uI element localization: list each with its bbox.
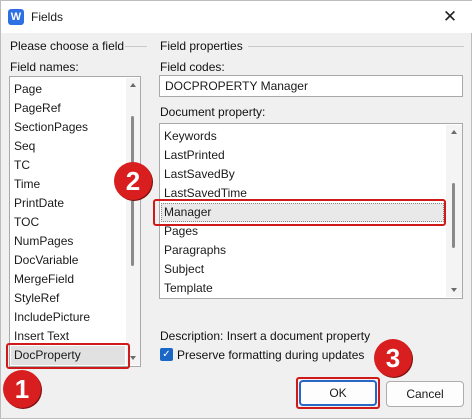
- list-item[interactable]: MergeField: [14, 270, 74, 289]
- description-text: Description: Insert a document property: [160, 329, 371, 343]
- annotation-highlight-ok: [296, 377, 380, 409]
- field-names-label: Field names:: [10, 60, 79, 74]
- list-item[interactable]: Seq: [14, 137, 35, 156]
- scroll-down-arrow-icon[interactable]: [130, 356, 136, 360]
- document-property-label: Document property:: [160, 105, 266, 119]
- list-item[interactable]: SectionPages: [14, 118, 88, 137]
- list-item[interactable]: Keywords: [164, 127, 217, 146]
- list-item[interactable]: IncludePicture: [14, 308, 90, 327]
- scroll-up-arrow-icon[interactable]: [130, 83, 136, 87]
- left-group-divider: [125, 46, 147, 47]
- field-codes-label: Field codes:: [160, 60, 225, 74]
- cancel-button[interactable]: Cancel: [386, 381, 464, 407]
- list-item[interactable]: DocVariable: [14, 251, 78, 270]
- list-item[interactable]: LastPrinted: [164, 146, 225, 165]
- right-group-title: Field properties: [160, 39, 243, 53]
- scroll-down-arrow-icon[interactable]: [451, 288, 457, 292]
- title-bar: W Fields ✕: [1, 1, 472, 33]
- list-item[interactable]: NumPages: [14, 232, 73, 251]
- wps-writer-icon: W: [8, 9, 24, 25]
- preserve-formatting-checkbox[interactable]: ✓: [160, 348, 173, 361]
- list-item[interactable]: PageRef: [14, 99, 61, 118]
- step-3-marker: 3: [374, 339, 412, 377]
- list-item[interactable]: Paragraphs: [164, 241, 226, 260]
- list-item[interactable]: Subject: [164, 260, 204, 279]
- scroll-thumb[interactable]: [452, 183, 455, 248]
- right-group-divider: [248, 46, 464, 47]
- list-item[interactable]: StyleRef: [14, 289, 59, 308]
- list-item[interactable]: Template: [164, 279, 213, 298]
- document-property-scrollbar[interactable]: [446, 125, 462, 297]
- annotation-highlight-docproperty: [6, 343, 130, 369]
- field-codes-input[interactable]: DOCPROPERTY Manager: [159, 75, 463, 97]
- field-names-scrollbar[interactable]: [126, 78, 140, 365]
- annotation-highlight-manager: [153, 199, 446, 226]
- close-icon[interactable]: ✕: [437, 6, 463, 28]
- preserve-formatting-label[interactable]: Preserve formatting during updates: [177, 348, 364, 362]
- step-1-marker: 1: [3, 370, 41, 408]
- list-item[interactable]: Time: [14, 175, 40, 194]
- left-group-title: Please choose a field: [10, 39, 125, 53]
- step-2-marker: 2: [114, 162, 152, 200]
- list-item[interactable]: TC: [14, 156, 30, 175]
- scroll-up-arrow-icon[interactable]: [451, 130, 457, 134]
- fields-dialog: W Fields ✕ Please choose a field Field n…: [0, 0, 472, 419]
- list-item[interactable]: TOC: [14, 213, 39, 232]
- list-item[interactable]: LastSavedBy: [164, 165, 235, 184]
- list-item[interactable]: PrintDate: [14, 194, 64, 213]
- field-names-list[interactable]: Page PageRef SectionPages Seq TC Time Pr…: [9, 76, 141, 367]
- list-item[interactable]: Page: [14, 80, 42, 99]
- window-title: Fields: [31, 10, 64, 24]
